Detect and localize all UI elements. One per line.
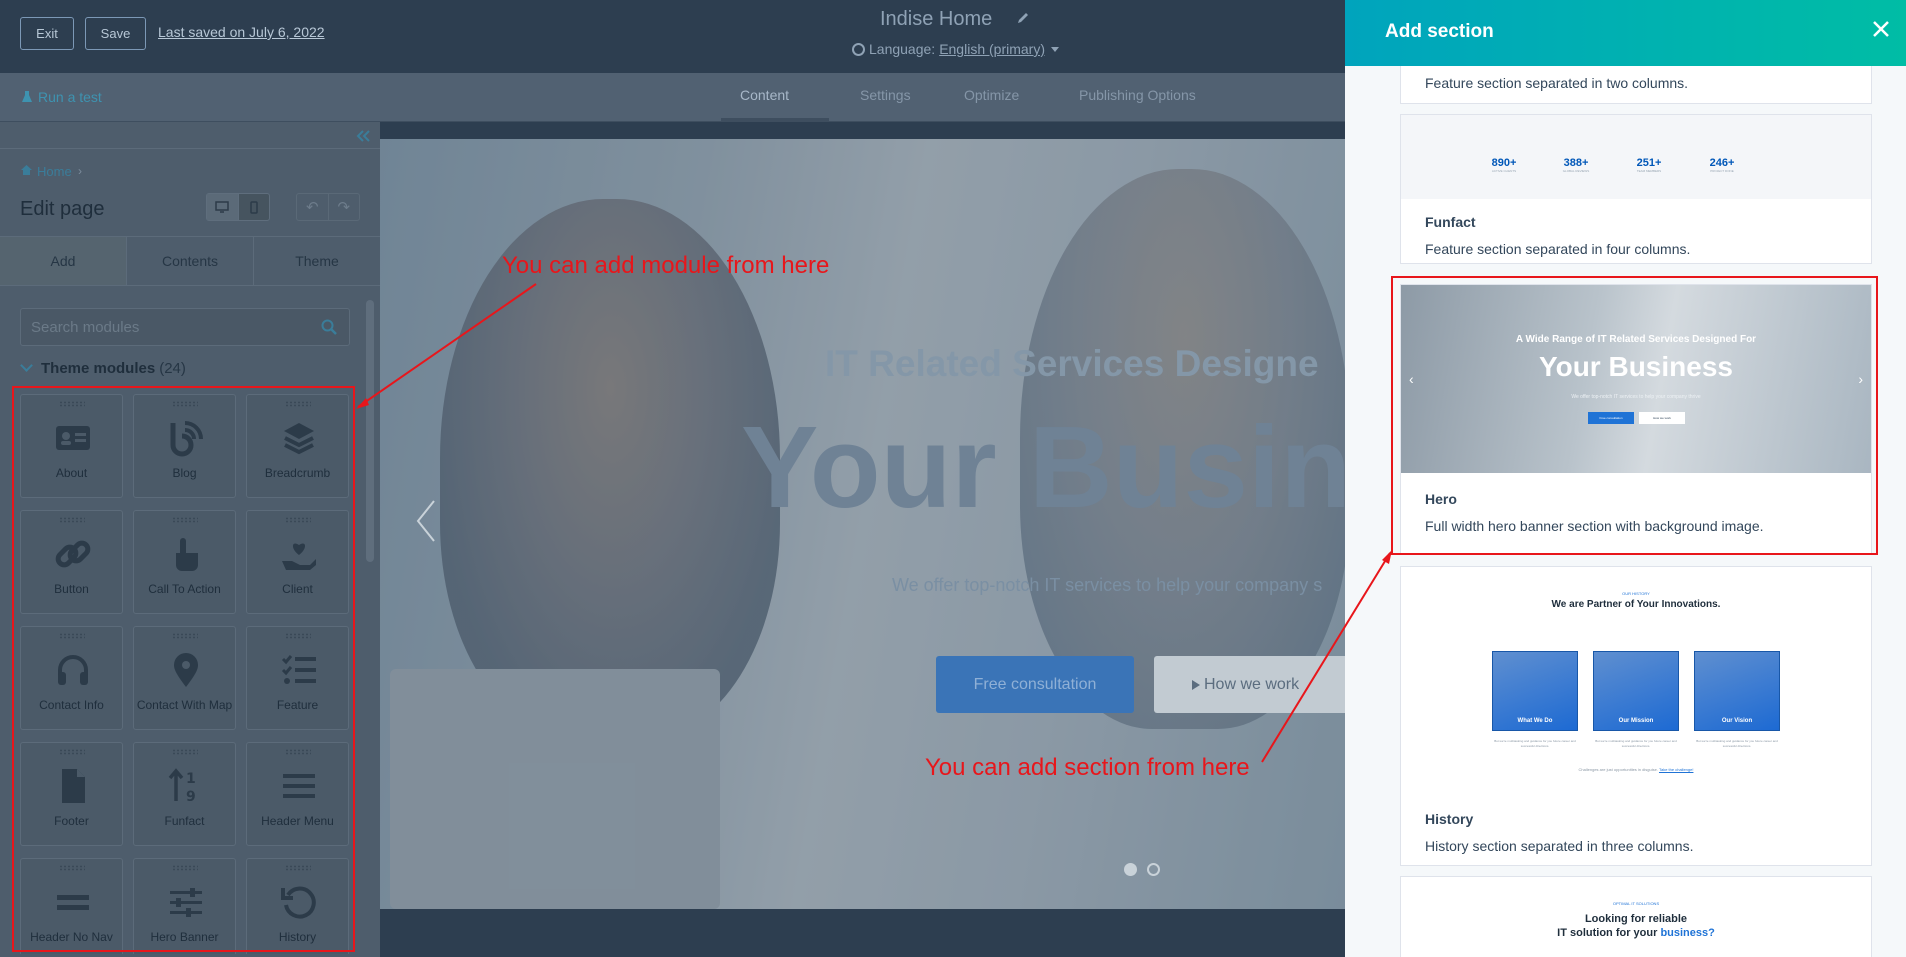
breadcrumb-home[interactable]: Home [37, 164, 72, 179]
chevron-right-icon: › [78, 164, 82, 178]
tab-contents[interactable]: Contents [127, 237, 254, 285]
section-name: History [1425, 811, 1474, 827]
panel-title: Add section [1385, 21, 1494, 42]
tab-settings[interactable]: Settings [860, 87, 911, 103]
hero-title: Your Busin [741, 402, 1345, 532]
section-description: Feature section separated in two columns… [1425, 75, 1689, 91]
exit-button[interactable]: Exit [20, 17, 74, 50]
tab-optimize[interactable]: Optimize [964, 87, 1019, 103]
save-button[interactable]: Save [85, 17, 146, 50]
annotation-section: You can add section from here [925, 754, 1250, 781]
tab-content[interactable]: Content [740, 87, 789, 103]
history-card: What We Do [1492, 651, 1578, 731]
stat-item: 890+ ACTIVE CLIENTS [1491, 157, 1517, 173]
editor-topbar: Exit Save Last saved on July 6, 2022 Ind… [0, 0, 1345, 73]
panel-tabs: Add Contents Theme [0, 236, 380, 286]
section-thumbnail: 890+ ACTIVE CLIENTS 388+ GLOBAL REVIEWS 25… [1401, 115, 1871, 199]
search-icon[interactable] [321, 319, 337, 335]
last-saved-link[interactable]: Last saved on July 6, 2022 [158, 24, 325, 40]
mobile-icon [250, 200, 258, 214]
free-consultation-button[interactable]: Free consultation [936, 656, 1134, 713]
language-label: Language: [869, 41, 936, 57]
tab-theme[interactable]: Theme [254, 237, 380, 285]
mobile-view-button[interactable] [239, 194, 270, 220]
add-section-header: Add section [1345, 0, 1906, 66]
panel-title: Edit page [20, 198, 105, 220]
desktop-view-button[interactable] [207, 194, 239, 220]
device-toggle [206, 193, 270, 221]
history-card: Our Vision [1694, 651, 1780, 731]
section-description: History section separated in three colum… [1425, 838, 1694, 854]
chevron-down-icon [20, 359, 33, 372]
stat-item: 388+ GLOBAL REVIEWS [1562, 157, 1590, 173]
section-card-funfact[interactable]: 890+ ACTIVE CLIENTS 388+ GLOBAL REVIEWS 25… [1400, 114, 1872, 264]
language-selector[interactable]: Language: English (primary) [852, 41, 1059, 57]
divider [0, 148, 380, 149]
run-test-link[interactable]: Run a test [22, 89, 102, 105]
pencil-icon[interactable] [1016, 10, 1030, 26]
section-highlight-box [1391, 276, 1878, 555]
page-title[interactable]: Indise Home [880, 8, 992, 31]
section-card-feature[interactable]: Feature section separated in two columns… [1400, 66, 1872, 104]
annotation-module: You can add module from here [502, 252, 830, 279]
active-tab-indicator [721, 118, 829, 121]
history-card: Our Mission [1593, 651, 1679, 731]
close-icon[interactable] [1872, 20, 1890, 38]
sidebar-scrollbar[interactable] [366, 300, 374, 562]
flask-icon [22, 91, 32, 102]
collapse-sidebar-icon[interactable] [355, 129, 371, 143]
search-modules-input[interactable] [21, 309, 301, 345]
play-icon [1192, 680, 1200, 690]
tab-add[interactable]: Add [0, 237, 127, 285]
hero-subtitle: IT Related Services Designe [825, 343, 1319, 384]
language-value[interactable]: English (primary) [939, 41, 1045, 57]
section-description: Feature section separated in four column… [1425, 241, 1691, 257]
redo-icon[interactable]: ↷ [329, 194, 360, 220]
theme-modules-toggle[interactable]: Theme modules (24) [16, 359, 186, 377]
chevron-left-icon[interactable] [414, 497, 438, 545]
home-icon [21, 165, 32, 175]
module-highlight-box [12, 386, 355, 952]
editor-subbar: Run a test Content Settings Optimize Pub… [0, 73, 1345, 122]
section-name: Funfact [1425, 214, 1476, 230]
hero-description: We offer top-notch IT services to help y… [892, 575, 1323, 595]
search-box [20, 308, 350, 346]
chevron-down-icon [1051, 47, 1059, 52]
slide-dot-active[interactable] [1124, 863, 1137, 876]
globe-icon [852, 43, 865, 56]
desktop-icon [215, 201, 229, 213]
section-card-history[interactable]: OUR HISTORY We are Partner of Your Innov… [1400, 566, 1872, 866]
tab-publishing-options[interactable]: Publishing Options [1079, 87, 1196, 103]
section-card-solution[interactable]: OPTIMAL IT SOLUTIONS Looking for reliabl… [1400, 876, 1872, 957]
slide-dot[interactable] [1147, 863, 1160, 876]
stat-item: 251+ TEAM MEMBERS [1636, 157, 1662, 173]
undo-redo-group: ↶ ↷ [296, 193, 360, 221]
undo-icon[interactable]: ↶ [297, 194, 329, 220]
how-we-work-button[interactable]: How we work [1154, 656, 1345, 713]
stat-item: 246+ PROJECT DONE [1709, 157, 1735, 173]
section-thumbnail: OUR HISTORY We are Partner of Your Innov… [1401, 567, 1871, 797]
